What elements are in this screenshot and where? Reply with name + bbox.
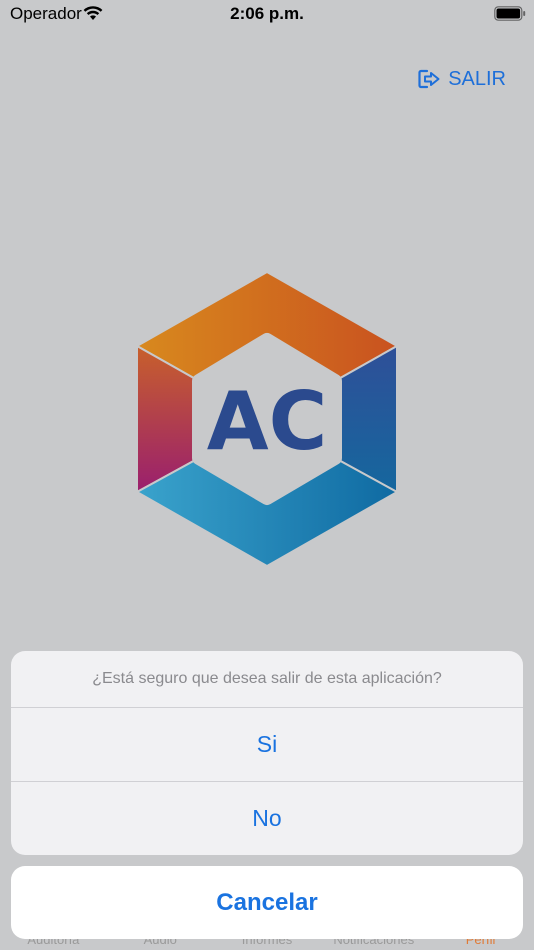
confirm-yes-button[interactable]: Si [11, 708, 523, 782]
cancel-button[interactable]: Cancelar [11, 866, 523, 939]
action-sheet: ¿Está seguro que desea salir de esta apl… [11, 651, 523, 855]
action-sheet-message: ¿Está seguro que desea salir de esta apl… [11, 651, 523, 708]
confirm-no-button[interactable]: No [11, 782, 523, 855]
